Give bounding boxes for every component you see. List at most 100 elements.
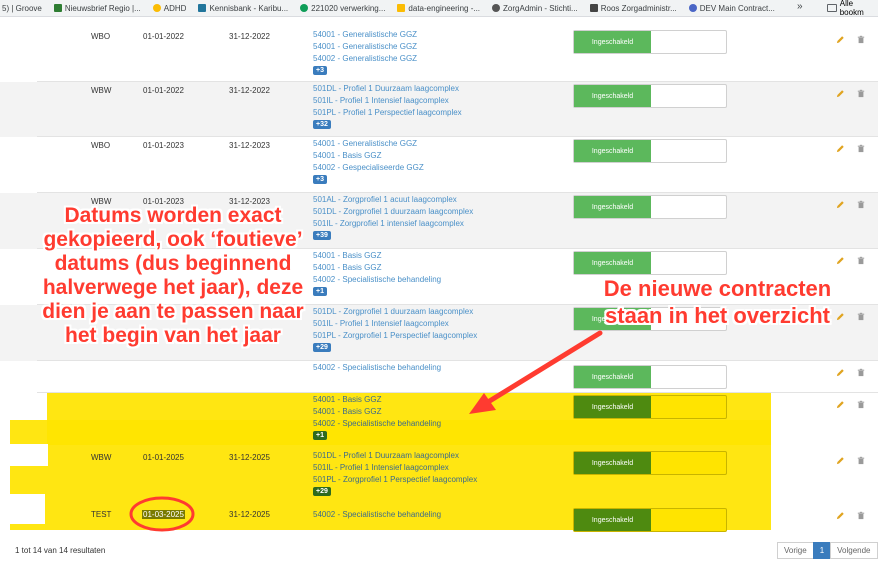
bookmark-label: data-engineering -... <box>408 3 481 13</box>
product-link[interactable]: 501IL - Profiel 1 Intensief laagcomplex <box>313 95 462 107</box>
bookmark-label: 221020 verwerking... <box>311 3 386 13</box>
status-toggle[interactable]: Ingeschakeld <box>573 251 727 275</box>
delete-trash-icon[interactable] <box>857 452 867 465</box>
status-toggle[interactable]: Ingeschakeld <box>573 84 727 108</box>
bookmark-item[interactable]: ADHD <box>152 4 186 13</box>
edit-pencil-icon[interactable] <box>836 396 846 409</box>
product-link[interactable]: 501PL - Profiel 1 Perspectief laagcomple… <box>313 107 462 119</box>
bookmark-item[interactable]: data-engineering -... <box>397 4 480 13</box>
contract-start-date: 01-01-2022 <box>143 86 184 95</box>
page-1-button[interactable]: 1 <box>812 542 832 559</box>
product-link[interactable]: 501DL - Profiel 1 Duurzaam laagcomplex <box>313 83 462 95</box>
delete-trash-icon[interactable] <box>857 31 867 44</box>
delete-trash-icon[interactable] <box>857 364 867 377</box>
product-list: 54001 - Generalistische GGZ 54001 - Gener… <box>313 29 417 75</box>
contract-start-date: 01-03-2025 <box>142 510 185 519</box>
contract-code: WBW <box>91 453 112 462</box>
product-list: 501AL - Zorgprofiel 1 acuut laagcomplex 5… <box>313 194 473 240</box>
table-row: 54001 - Basis GGZ 54001 - Basis GGZ 54002 … <box>0 393 878 449</box>
product-link[interactable]: 54001 - Basis GGZ <box>313 150 424 162</box>
product-link[interactable]: 501DL - Zorgprofiel 1 duurzaam laagcompl… <box>313 306 477 318</box>
product-link[interactable]: 54001 - Generalistische GGZ <box>313 41 417 53</box>
product-link[interactable]: 54001 - Basis GGZ <box>313 250 441 262</box>
delete-trash-icon[interactable] <box>857 196 867 209</box>
product-link[interactable]: 501IL - Profiel 1 Intensief laagcomplex <box>313 318 477 330</box>
delete-trash-icon[interactable] <box>857 252 867 265</box>
prev-page-button[interactable]: Vorige <box>777 542 814 559</box>
status-toggle[interactable]: Ingeschakeld <box>573 508 727 532</box>
delete-trash-icon[interactable] <box>857 308 867 321</box>
bookmarks-bar: 5) | Groove Nieuwsbrief Regio |... ADHD Ken… <box>0 0 878 17</box>
contract-code: WBO <box>91 32 111 41</box>
product-link[interactable]: 54002 - Gespecialiseerde GGZ <box>313 162 424 174</box>
more-products-badge[interactable]: +1 <box>313 431 327 440</box>
product-link[interactable]: 54001 - Generalistische GGZ <box>313 29 417 41</box>
product-link[interactable]: 501AL - Zorgprofiel 1 acuut laagcomplex <box>313 194 473 206</box>
product-link[interactable]: 54002 - Specialistische behandeling <box>313 274 441 286</box>
favicon-icon <box>53 4 62 12</box>
bookmark-item[interactable]: 221020 verwerking... <box>300 4 385 13</box>
bookmark-label: 5) | Groove <box>2 3 42 13</box>
contract-end-date: 31-12-2025 <box>229 453 270 462</box>
edit-pencil-icon[interactable] <box>836 140 846 153</box>
bookmark-label: Kennisbank - Karibu... <box>209 3 289 13</box>
status-toggle-on-label: Ingeschakeld <box>574 509 651 531</box>
product-link[interactable]: 501PL - Zorgprofiel 1 Perspectief laagco… <box>313 474 477 486</box>
more-products-badge[interactable]: +29 <box>313 487 331 496</box>
status-toggle[interactable]: Ingeschakeld <box>573 451 727 475</box>
edit-pencil-icon[interactable] <box>836 85 846 98</box>
bookmark-item[interactable]: DEV Main Contract... <box>688 4 775 13</box>
edit-pencil-icon[interactable] <box>836 31 846 44</box>
edit-pencil-icon[interactable] <box>836 364 846 377</box>
bookmark-item[interactable]: Nieuwsbrief Regio |... <box>53 4 141 13</box>
bookmark-item[interactable]: Roos Zorgadministr... <box>589 4 677 13</box>
all-bookmarks-button[interactable]: Alle bookm <box>827 0 878 17</box>
status-toggle[interactable]: Ingeschakeld <box>573 395 727 419</box>
product-link[interactable]: 501IL - Zorgprofiel 1 intensief laagcomp… <box>313 218 473 230</box>
bookmark-item[interactable]: Kennisbank - Karibu... <box>198 4 288 13</box>
status-toggle[interactable]: Ingeschakeld <box>573 30 727 54</box>
product-link[interactable]: 501DL - Zorgprofiel 1 duurzaam laagcompl… <box>313 206 473 218</box>
product-link[interactable]: 501PL - Zorgprofiel 1 Perspectief laagco… <box>313 330 477 342</box>
product-link[interactable]: 54002 - Generalistische GGZ <box>313 53 417 65</box>
product-link[interactable]: 501IL - Profiel 1 Intensief laagcomplex <box>313 462 477 474</box>
delete-trash-icon[interactable] <box>857 507 867 520</box>
product-link[interactable]: 54002 - Specialistische behandeling <box>313 509 441 521</box>
product-link[interactable]: 54001 - Basis GGZ <box>313 406 441 418</box>
edit-pencil-icon[interactable] <box>836 252 846 265</box>
table-row: WBW 01-01-2022 31-12-2022 501DL - Profiel 1… <box>0 82 878 137</box>
product-link[interactable]: 54001 - Generalistische GGZ <box>313 138 424 150</box>
product-list: 54002 - Specialistische behandeling <box>313 362 441 374</box>
delete-trash-icon[interactable] <box>857 140 867 153</box>
results-count: 1 tot 14 van 14 resultaten <box>15 546 106 555</box>
more-products-badge[interactable]: +3 <box>313 66 327 75</box>
product-link[interactable]: 54001 - Basis GGZ <box>313 262 441 274</box>
product-link[interactable]: 54002 - Specialistische behandeling <box>313 362 441 374</box>
more-products-badge[interactable]: +32 <box>313 120 331 129</box>
favicon-icon <box>589 4 598 12</box>
status-toggle[interactable]: Ingeschakeld <box>573 139 727 163</box>
product-link[interactable]: 54001 - Basis GGZ <box>313 394 441 406</box>
more-products-badge[interactable]: +3 <box>313 175 327 184</box>
next-page-button[interactable]: Volgende <box>830 542 878 559</box>
edit-pencil-icon[interactable] <box>836 452 846 465</box>
bookmark-item[interactable]: 5) | Groove <box>2 4 42 13</box>
status-toggle[interactable]: Ingeschakeld <box>573 195 727 219</box>
product-list: 501DL - Profiel 1 Duurzaam laagcomplex 50… <box>313 450 477 496</box>
product-link[interactable]: 501DL - Profiel 1 Duurzaam laagcomplex <box>313 450 477 462</box>
edit-pencil-icon[interactable] <box>836 507 846 520</box>
bookmarks-overflow-button[interactable]: » <box>797 1 803 12</box>
edit-pencil-icon[interactable] <box>836 196 846 209</box>
product-list: 54001 - Generalistische GGZ 54001 - Basis… <box>313 138 424 184</box>
contract-start-date: 01-01-2025 <box>143 453 184 462</box>
favicon-icon <box>152 4 161 12</box>
product-list: 501DL - Profiel 1 Duurzaam laagcomplex 50… <box>313 83 462 129</box>
bookmark-item[interactable]: ZorgAdmin - Stichti... <box>492 4 578 13</box>
annotation-dates-note: Datums worden exact gekopieerd, ook ‘fou… <box>42 204 304 347</box>
status-toggle[interactable]: Ingeschakeld <box>573 365 727 389</box>
contract-code: WBW <box>91 86 112 95</box>
annotation-new-contracts-note: De nieuwe contracten staan in het overzi… <box>603 276 832 328</box>
product-link[interactable]: 54002 - Specialistische behandeling <box>313 418 441 430</box>
delete-trash-icon[interactable] <box>857 396 867 409</box>
delete-trash-icon[interactable] <box>857 85 867 98</box>
